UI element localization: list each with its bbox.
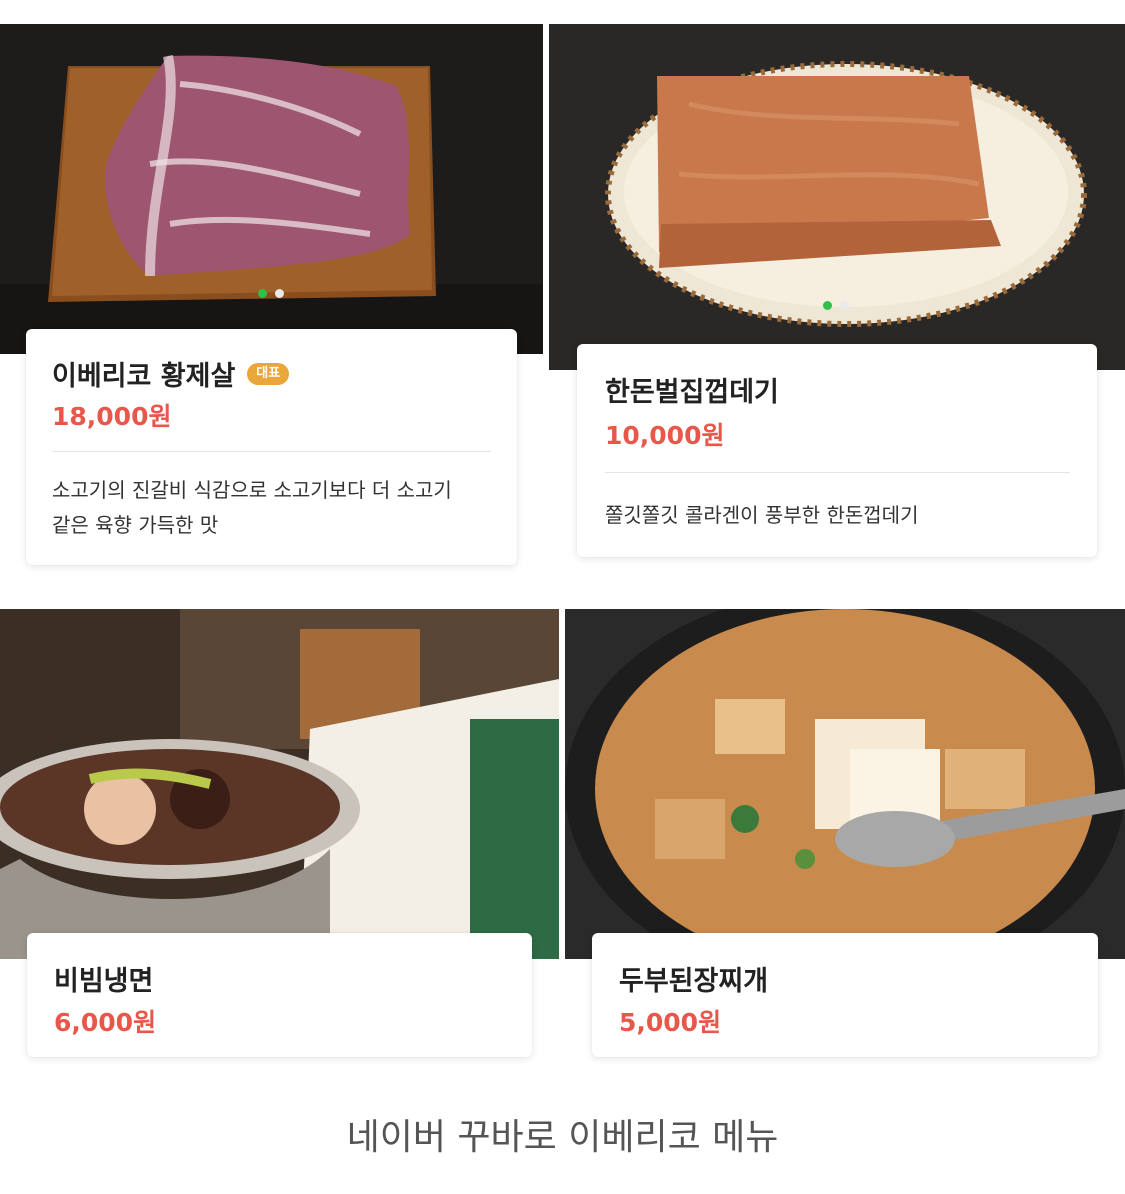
menu-name: 한돈벌집껍데기 — [605, 370, 779, 409]
menu-name-text: 비빔냉면 — [54, 966, 154, 997]
menu-description-line: 쫄깃쫄깃 콜라겐이 풍부한 한돈껍데기 — [605, 503, 919, 527]
menu-name: 두부된장찌개 — [619, 959, 768, 998]
menu-name-text: 두부된장찌개 — [619, 966, 769, 997]
menu-price: 18,000원 — [52, 402, 172, 431]
carousel-dot-active[interactable] — [823, 301, 832, 310]
carousel-dot-active[interactable] — [258, 289, 267, 298]
menu-name-text: 이베리코 황제살 — [52, 361, 236, 392]
carousel-dot[interactable] — [275, 289, 284, 298]
menu-photo-doenjang-stew[interactable] — [565, 609, 1125, 959]
menu-name: 비빔냉면 — [54, 959, 153, 998]
menu-card-iberico[interactable]: 이베리코 황제살 대표 18,000원 소고기의 진갈비 식감으로 소고기보다 … — [26, 329, 517, 565]
menu-description: 쫄깃쫄깃 콜라겐이 풍부한 한돈껍데기 — [605, 498, 1075, 533]
menu-card-naengmyeon[interactable]: 비빔냉면 6,000원 — [27, 933, 532, 1057]
divider — [605, 472, 1070, 473]
image-caption: 네이버 꾸바로 이베리코 메뉴 — [346, 1117, 779, 1158]
menu-photo-iberico[interactable] — [0, 24, 543, 354]
menu-name-text: 한돈벌집껍데기 — [605, 377, 779, 408]
menu-card-pork-skin[interactable]: 한돈벌집껍데기 10,000원 쫄깃쫄깃 콜라겐이 풍부한 한돈껍데기 — [577, 344, 1097, 557]
menu-description: 소고기의 진갈비 식감으로 소고기보다 더 소고기 같은 육향 가득한 맛 — [52, 473, 497, 543]
menu-price: 6,000원 — [54, 1008, 157, 1037]
signature-badge: 대표 — [247, 362, 290, 385]
menu-photo-naengmyeon[interactable] — [0, 609, 559, 959]
menu-price: 5,000원 — [619, 1008, 722, 1037]
carousel-dots — [823, 301, 849, 310]
menu-description-line: 소고기의 진갈비 식감으로 소고기보다 더 소고기 — [52, 478, 452, 502]
menu-name: 이베리코 황제살 대표 — [52, 354, 290, 393]
carousel-dots — [258, 289, 284, 298]
menu-price: 10,000원 — [605, 421, 725, 450]
carousel-dot[interactable] — [840, 301, 849, 310]
menu-photo-pork-skin[interactable] — [549, 24, 1125, 370]
menu-card-doenjang-stew[interactable]: 두부된장찌개 5,000원 — [592, 933, 1098, 1057]
menu-description-line: 같은 육향 가득한 맛 — [52, 513, 219, 537]
divider — [52, 451, 491, 452]
